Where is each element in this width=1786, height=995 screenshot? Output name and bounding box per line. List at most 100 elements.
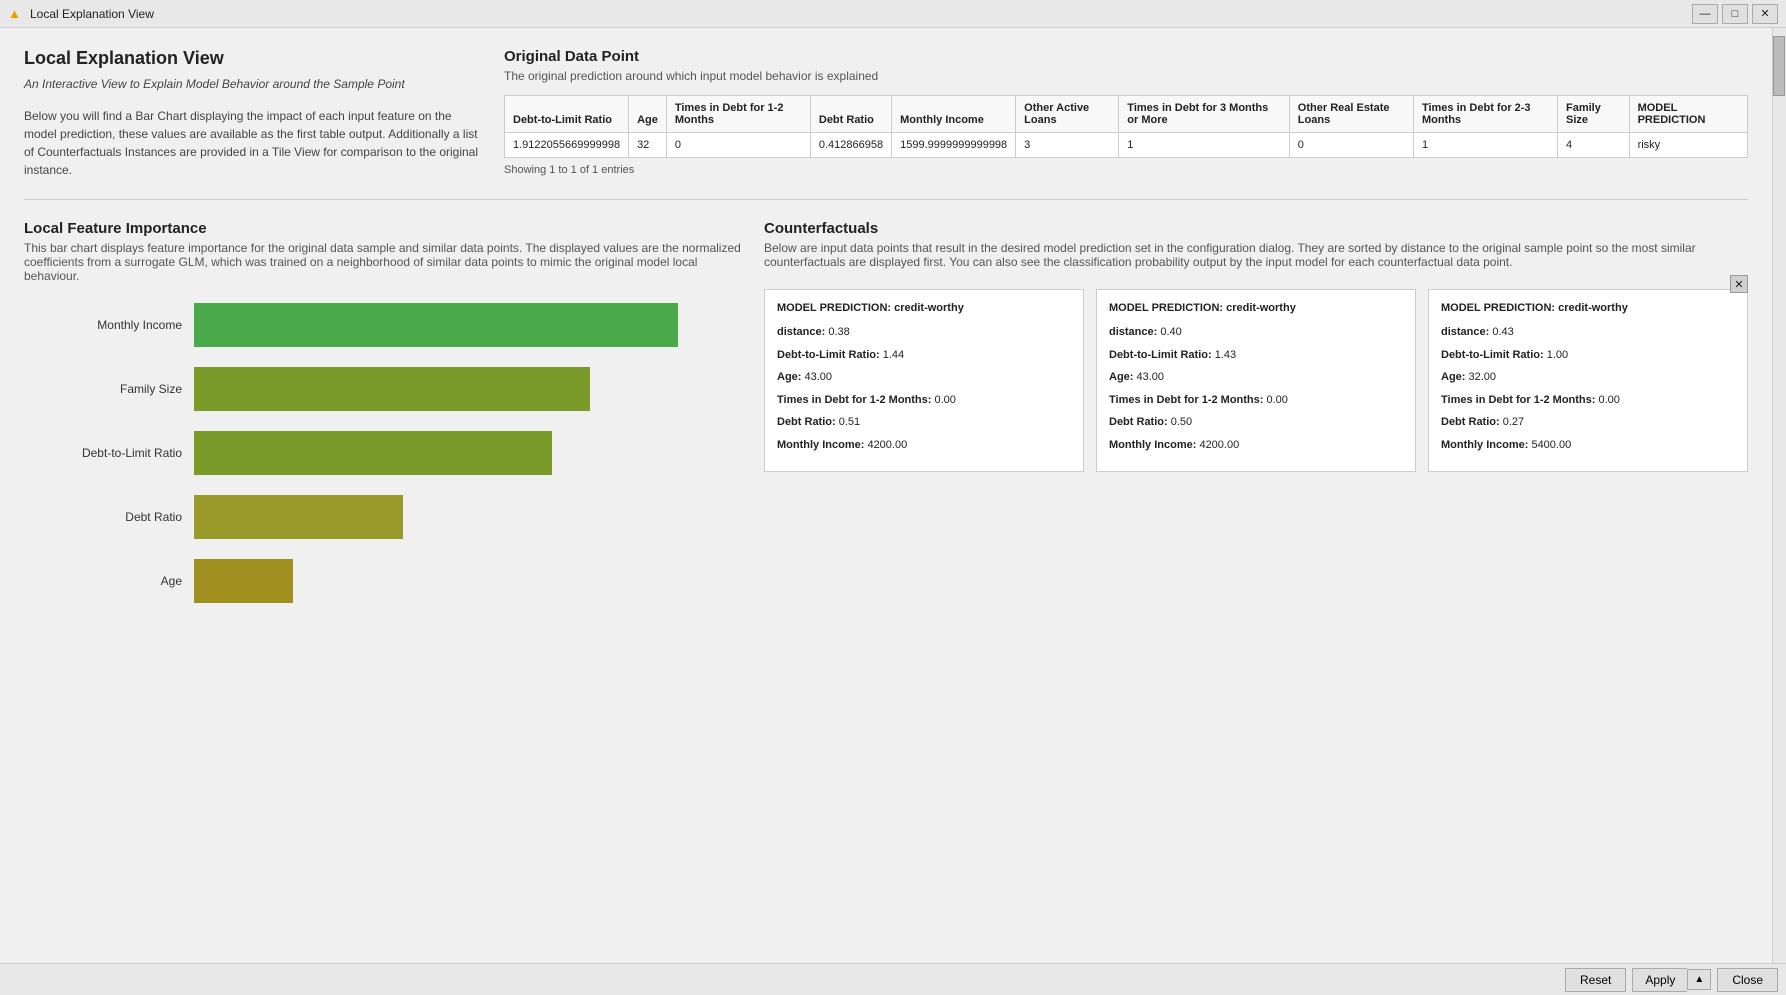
col-header-other-real: Other Real Estate Loans <box>1289 96 1413 133</box>
col-header-times3more: Times in Debt for 3 Months or More <box>1119 96 1290 133</box>
odp-title: Original Data Point <box>504 48 1748 65</box>
cf-field-1-3: Times in Debt for 1-2 Months: 0.00 <box>1109 392 1403 409</box>
bar-track-0 <box>194 303 744 347</box>
apply-arrow-button[interactable]: ▲ <box>1687 969 1711 990</box>
cf-cards-container: ✕ MODEL PREDICTION: credit-worthydistanc… <box>764 289 1748 472</box>
col-header-debt-limit: Debt-to-Limit Ratio <box>505 96 629 133</box>
bar-label-2: Debt-to-Limit Ratio <box>24 446 194 460</box>
cell-family: 4 <box>1557 133 1629 158</box>
close-button[interactable]: ✕ <box>1752 4 1778 24</box>
bar-label-4: Age <box>24 574 194 588</box>
table-note: Showing 1 to 1 of 1 entries <box>504 164 1748 176</box>
scrollbar-thumb[interactable] <box>1773 36 1785 96</box>
fi-desc: This bar chart displays feature importan… <box>24 241 744 283</box>
cf-field-2-5: Monthly Income: 5400.00 <box>1441 437 1735 454</box>
col-header-times12: Times in Debt for 1-2 Months <box>666 96 810 133</box>
apply-button[interactable]: Apply <box>1632 968 1687 992</box>
main-scroll-area[interactable]: Local Explanation View An Interactive Vi… <box>0 28 1772 963</box>
cell-age: 32 <box>629 133 667 158</box>
bar-fill-2 <box>194 431 552 475</box>
top-section: Local Explanation View An Interactive Vi… <box>24 48 1748 179</box>
section-divider <box>24 199 1748 200</box>
cf-field-2-0: distance: 0.43 <box>1441 324 1735 341</box>
scrollbar-track[interactable] <box>1772 28 1786 963</box>
original-data-table: Debt-to-Limit Ratio Age Times in Debt fo… <box>504 95 1748 158</box>
cf-title: Counterfactuals <box>764 220 1748 237</box>
bar-row-3: Debt Ratio <box>24 495 744 539</box>
content-area: Local Explanation View An Interactive Vi… <box>0 28 1786 963</box>
bar-row-4: Age <box>24 559 744 603</box>
cf-field-2-1: Debt-to-Limit Ratio: 1.00 <box>1441 347 1735 364</box>
cf-model-pred-1: MODEL PREDICTION: credit-worthy <box>1109 302 1403 314</box>
cf-field-1-4: Debt Ratio: 0.50 <box>1109 414 1403 431</box>
bar-track-2 <box>194 431 744 475</box>
cf-close-button[interactable]: ✕ <box>1730 275 1748 293</box>
cell-times12: 0 <box>666 133 810 158</box>
col-header-debt-ratio: Debt Ratio <box>810 96 891 133</box>
cell-debt-ratio: 0.412866958 <box>810 133 891 158</box>
cf-model-pred-2: MODEL PREDICTION: credit-worthy <box>1441 302 1735 314</box>
cell-other-active: 3 <box>1016 133 1119 158</box>
bar-row-0: Monthly Income <box>24 303 744 347</box>
bottom-section: Local Feature Importance This bar chart … <box>24 220 1748 623</box>
cell-model-pred: risky <box>1629 133 1747 158</box>
cell-times23: 1 <box>1413 133 1557 158</box>
main-window: ▲ Local Explanation View — □ ✕ Local Exp… <box>0 0 1786 995</box>
cell-debt-limit: 1.9122055669999998 <box>505 133 629 158</box>
cf-field-1-0: distance: 0.40 <box>1109 324 1403 341</box>
maximize-button[interactable]: □ <box>1722 4 1748 24</box>
window-title: Local Explanation View <box>30 7 1692 21</box>
table-row: 1.9122055669999998 32 0 0.412866958 1599… <box>505 133 1748 158</box>
cell-monthly-income: 1599.9999999999998 <box>892 133 1016 158</box>
cf-field-0-0: distance: 0.38 <box>777 324 1071 341</box>
bar-row-2: Debt-to-Limit Ratio <box>24 431 744 475</box>
col-header-other-active: Other Active Loans <box>1016 96 1119 133</box>
col-header-times23: Times in Debt for 2-3 Months <box>1413 96 1557 133</box>
cf-field-2-2: Age: 32.00 <box>1441 369 1735 386</box>
cf-field-1-2: Age: 43.00 <box>1109 369 1403 386</box>
bar-fill-4 <box>194 559 293 603</box>
col-header-monthly-income: Monthly Income <box>892 96 1016 133</box>
counterfactuals-panel: Counterfactuals Below are input data poi… <box>764 220 1748 623</box>
bar-fill-0 <box>194 303 678 347</box>
cf-field-1-1: Debt-to-Limit Ratio: 1.43 <box>1109 347 1403 364</box>
minimize-button[interactable]: — <box>1692 4 1718 24</box>
feature-importance-panel: Local Feature Importance This bar chart … <box>24 220 744 623</box>
bar-row-1: Family Size <box>24 367 744 411</box>
bar-track-4 <box>194 559 744 603</box>
fi-title: Local Feature Importance <box>24 220 744 237</box>
bar-label-1: Family Size <box>24 382 194 396</box>
col-header-age: Age <box>629 96 667 133</box>
cf-field-0-3: Times in Debt for 1-2 Months: 0.00 <box>777 392 1071 409</box>
bar-label-3: Debt Ratio <box>24 510 194 524</box>
cf-field-2-3: Times in Debt for 1-2 Months: 0.00 <box>1441 392 1735 409</box>
close-button-bottom[interactable]: Close <box>1717 968 1778 992</box>
window-controls: — □ ✕ <box>1692 4 1778 24</box>
app-icon: ▲ <box>8 6 24 22</box>
left-panel: Local Explanation View An Interactive Vi… <box>24 48 504 179</box>
reset-button[interactable]: Reset <box>1565 968 1626 992</box>
bar-label-0: Monthly Income <box>24 318 194 332</box>
original-data-panel: Original Data Point The original predict… <box>504 48 1748 179</box>
cf-field-0-4: Debt Ratio: 0.51 <box>777 414 1071 431</box>
cf-card-0: MODEL PREDICTION: credit-worthydistance:… <box>764 289 1084 472</box>
cf-field-1-5: Monthly Income: 4200.00 <box>1109 437 1403 454</box>
odp-desc: The original prediction around which inp… <box>504 69 1748 83</box>
col-header-family: Family Size <box>1557 96 1629 133</box>
cf-desc: Below are input data points that result … <box>764 241 1748 269</box>
cf-field-0-1: Debt-to-Limit Ratio: 1.44 <box>777 347 1071 364</box>
main-italic-desc: An Interactive View to Explain Model Beh… <box>24 77 484 91</box>
cell-times3more: 1 <box>1119 133 1290 158</box>
bar-fill-3 <box>194 495 403 539</box>
cf-card-2: MODEL PREDICTION: credit-worthy distance:… <box>1428 289 1748 472</box>
main-desc: Below you will find a Bar Chart displayi… <box>24 107 484 179</box>
bar-track-3 <box>194 495 744 539</box>
col-header-model-pred: MODEL PREDICTION <box>1629 96 1747 133</box>
table-header-row: Debt-to-Limit Ratio Age Times in Debt fo… <box>505 96 1748 133</box>
bar-chart: Monthly Income Family Size Debt-to-Limit R… <box>24 303 744 603</box>
cf-field-2-4: Debt Ratio: 0.27 <box>1441 414 1735 431</box>
apply-button-group: Apply ▲ <box>1632 968 1711 992</box>
titlebar: ▲ Local Explanation View — □ ✕ <box>0 0 1786 28</box>
cf-card-1: MODEL PREDICTION: credit-worthy distance:… <box>1096 289 1416 472</box>
cf-field-0-2: Age: 43.00 <box>777 369 1071 386</box>
